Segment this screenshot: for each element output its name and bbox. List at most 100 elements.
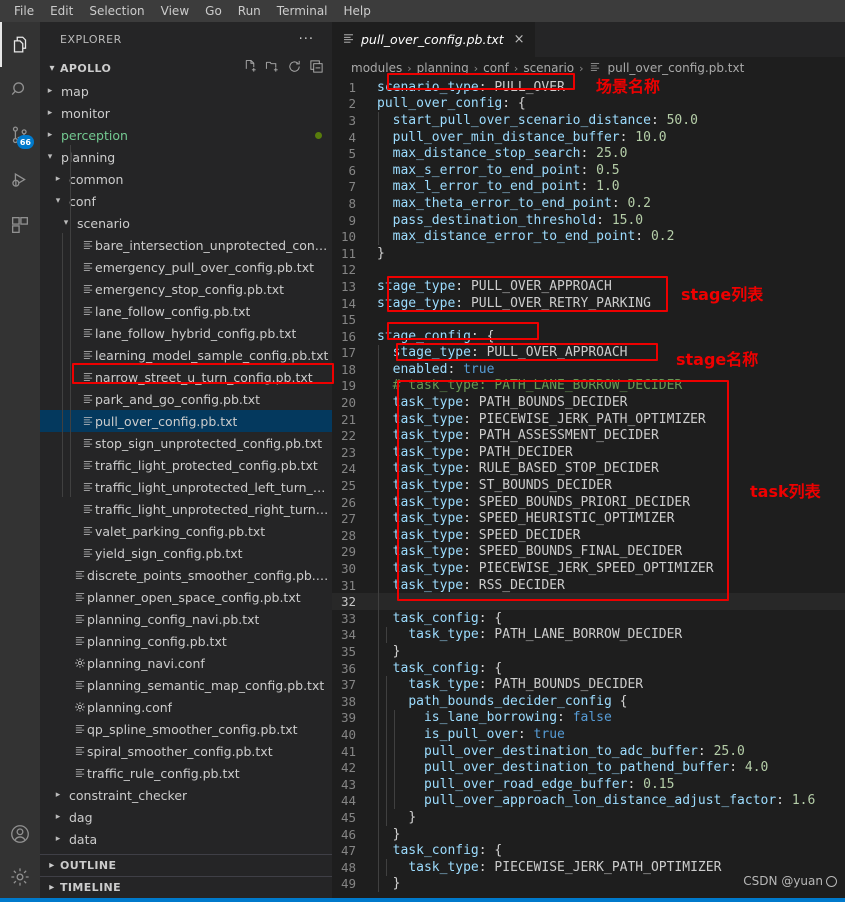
tree-file-planner_open_space_config.pb.txt[interactable]: planner_open_space_config.pb.txt	[40, 586, 332, 608]
code-line-49[interactable]: 49 }	[332, 875, 845, 893]
tree-file-narrow_street_u_turn_config.pb.txt[interactable]: narrow_street_u_turn_config.pb.txt	[40, 366, 332, 388]
tree-folder-dag[interactable]: ▸ dag	[40, 806, 332, 828]
tree-file-traffic_rule_config.pb.txt[interactable]: traffic_rule_config.pb.txt	[40, 762, 332, 784]
explorer-icon[interactable]	[0, 22, 40, 67]
breadcrumb-item[interactable]: modules	[351, 61, 402, 75]
tree-file-qp_spline_smoother_config.pb.txt[interactable]: qp_spline_smoother_config.pb.txt	[40, 718, 332, 740]
tree-file-spiral_smoother_config.pb.txt[interactable]: spiral_smoother_config.pb.txt	[40, 740, 332, 762]
breadcrumb-item[interactable]: pull_over_config.pb.txt	[608, 61, 745, 75]
code-line-25[interactable]: 25 task_type: ST_BOUNDS_DECIDER	[332, 477, 845, 494]
menu-item-terminal[interactable]: Terminal	[269, 1, 336, 21]
code-line-5[interactable]: 5 max_distance_stop_search: 25.0	[332, 145, 845, 162]
close-icon[interactable]: ×	[514, 32, 525, 47]
tree-folder-data[interactable]: ▸ data	[40, 828, 332, 850]
new-file-icon[interactable]	[243, 59, 258, 78]
new-folder-icon[interactable]	[265, 59, 280, 78]
code-editor[interactable]: 1 scenario_type: PULL_OVER 2 pull_over_conf…	[332, 79, 845, 898]
code-line-14[interactable]: 14 stage_type: PULL_OVER_RETRY_PARKING	[332, 295, 845, 312]
search-icon[interactable]	[0, 67, 40, 112]
code-line-22[interactable]: 22 task_type: PATH_ASSESSMENT_DECIDER	[332, 427, 845, 445]
menu-item-view[interactable]: View	[153, 1, 197, 21]
outline-panel-header[interactable]: ▸ OUTLINE	[40, 854, 332, 876]
extensions-icon[interactable]	[0, 202, 40, 247]
tab-pull-over-config[interactable]: pull_over_config.pb.txt ×	[332, 22, 536, 57]
menu-item-selection[interactable]: Selection	[81, 1, 152, 21]
tree-file-traffic_light_unprotected_right_turn_co...[interactable]: traffic_light_unprotected_right_turn_co.…	[40, 498, 332, 520]
tree-folder-map[interactable]: ▸ map	[40, 80, 332, 102]
code-line-48[interactable]: 48 task_type: PIECEWISE_JERK_PATH_OPTIMI…	[332, 858, 845, 876]
tree-file-lane_follow_hybrid_config.pb.txt[interactable]: lane_follow_hybrid_config.pb.txt	[40, 322, 332, 344]
code-line-30[interactable]: 30 task_type: PIECEWISE_JERK_SPEED_OPTIM…	[332, 560, 845, 577]
code-line-1[interactable]: 1 scenario_type: PULL_OVER	[332, 79, 845, 96]
sidebar-more-actions-icon[interactable]: ···	[299, 32, 314, 47]
code-line-27[interactable]: 27 task_type: SPEED_HEURISTIC_OPTIMIZER	[332, 510, 845, 528]
code-line-23[interactable]: 23 task_type: PATH_DECIDER	[332, 444, 845, 461]
source-control-icon[interactable]: 66	[0, 112, 40, 157]
tree-folder-scenario[interactable]: ▾ scenario	[40, 212, 332, 234]
tree-file-traffic_light_unprotected_left_turn_con...[interactable]: traffic_light_unprotected_left_turn_con.…	[40, 476, 332, 498]
tree-file-bare_intersection_unprotected_config....[interactable]: bare_intersection_unprotected_config....	[40, 234, 332, 256]
breadcrumb-item[interactable]: planning	[417, 61, 469, 75]
timeline-panel-header[interactable]: ▸ TIMELINE	[40, 876, 332, 898]
breadcrumb[interactable]: modules › planning › conf › scenario › pull_over…	[332, 57, 845, 79]
code-line-39[interactable]: 39 is_lane_borrowing: false	[332, 709, 845, 727]
code-line-21[interactable]: 21 task_type: PIECEWISE_JERK_PATH_OPTIMI…	[332, 410, 845, 428]
run-and-debug-icon[interactable]	[0, 157, 40, 202]
tree-file-planning_config.pb.txt[interactable]: planning_config.pb.txt	[40, 630, 332, 652]
code-line-42[interactable]: 42 pull_over_destination_to_pathend_buff…	[332, 759, 845, 776]
tree-file-yield_sign_config.pb.txt[interactable]: yield_sign_config.pb.txt	[40, 542, 332, 564]
tree-file-discrete_points_smoother_config.pb.txt[interactable]: discrete_points_smoother_config.pb.txt	[40, 564, 332, 586]
code-line-31[interactable]: 31 task_type: RSS_DECIDER	[332, 576, 845, 594]
code-line-47[interactable]: 47 task_config: {	[332, 842, 845, 859]
breadcrumb-item[interactable]: conf	[483, 61, 509, 75]
tree-folder-monitor[interactable]: ▸ monitor	[40, 102, 332, 124]
tree-file-planning.conf[interactable]: planning.conf	[40, 696, 332, 718]
code-line-29[interactable]: 29 task_type: SPEED_BOUNDS_FINAL_DECIDER	[332, 543, 845, 561]
code-line-19[interactable]: 19 # task_type: PATH_LANE_BORROW_DECIDER	[332, 377, 845, 395]
code-line-45[interactable]: 45 }	[332, 809, 845, 826]
code-line-12[interactable]: 12	[332, 262, 845, 279]
code-line-44[interactable]: 44 pull_over_approach_lon_distance_adjus…	[332, 792, 845, 810]
code-line-46[interactable]: 46 }	[332, 825, 845, 843]
accounts-icon[interactable]	[0, 811, 40, 856]
tree-file-emergency_pull_over_config.pb.txt[interactable]: emergency_pull_over_config.pb.txt	[40, 256, 332, 278]
code-line-18[interactable]: 18 enabled: true	[332, 361, 845, 378]
tree-file-planning_semantic_map_config.pb.txt[interactable]: planning_semantic_map_config.pb.txt	[40, 674, 332, 696]
code-line-26[interactable]: 26 task_type: SPEED_BOUNDS_PRIORI_DECIDE…	[332, 493, 845, 511]
tree-file-emergency_stop_config.pb.txt[interactable]: emergency_stop_config.pb.txt	[40, 278, 332, 300]
tree-file-lane_follow_config.pb.txt[interactable]: lane_follow_config.pb.txt	[40, 300, 332, 322]
code-line-28[interactable]: 28 task_type: SPEED_DECIDER	[332, 527, 845, 544]
code-line-24[interactable]: 24 task_type: RULE_BASED_STOP_DECIDER	[332, 460, 845, 478]
code-line-38[interactable]: 38 path_bounds_decider_config {	[332, 692, 845, 710]
tree-file-stop_sign_unprotected_config.pb.txt[interactable]: stop_sign_unprotected_config.pb.txt	[40, 432, 332, 454]
refresh-icon[interactable]	[287, 59, 302, 78]
code-line-41[interactable]: 41 pull_over_destination_to_adc_buffer: …	[332, 742, 845, 760]
tree-folder-planning[interactable]: ▾ planning	[40, 146, 332, 168]
code-line-17[interactable]: 17 stage_type: PULL_OVER_APPROACH	[332, 344, 845, 362]
code-line-43[interactable]: 43 pull_over_road_edge_buffer: 0.15	[332, 775, 845, 793]
tree-folder-images[interactable]: ▸images	[40, 850, 332, 855]
tree-folder-conf[interactable]: ▾ conf	[40, 190, 332, 212]
code-line-35[interactable]: 35 }	[332, 643, 845, 660]
code-line-6[interactable]: 6 max_s_error_to_end_point: 0.5	[332, 161, 845, 179]
code-line-40[interactable]: 40 is_pull_over: true	[332, 726, 845, 743]
code-line-37[interactable]: 37 task_type: PATH_BOUNDS_DECIDER	[332, 676, 845, 693]
tree-file-valet_parking_config.pb.txt[interactable]: valet_parking_config.pb.txt	[40, 520, 332, 542]
tree-file-learning_model_sample_config.pb.txt[interactable]: learning_model_sample_config.pb.txt	[40, 344, 332, 366]
code-line-9[interactable]: 9 pass_destination_threshold: 15.0	[332, 211, 845, 229]
code-line-10[interactable]: 10 max_distance_error_to_end_point: 0.2	[332, 228, 845, 245]
tree-folder-common[interactable]: ▸ common	[40, 168, 332, 190]
tree-file-pull_over_config.pb.txt[interactable]: pull_over_config.pb.txt	[40, 410, 332, 432]
breadcrumb-item[interactable]: scenario	[523, 61, 574, 75]
menu-item-go[interactable]: Go	[197, 1, 230, 21]
code-line-34[interactable]: 34 task_type: PATH_LANE_BORROW_DECIDER	[332, 626, 845, 644]
menu-item-file[interactable]: File	[6, 1, 42, 21]
file-tree[interactable]: ▸ map ▸ monitor ▸ perception ▾ planning ▸ common ▾…	[40, 79, 332, 854]
tree-file-traffic_light_protected_config.pb.txt[interactable]: traffic_light_protected_config.pb.txt	[40, 454, 332, 476]
code-line-13[interactable]: 13 stage_type: PULL_OVER_APPROACH	[332, 278, 845, 295]
code-line-33[interactable]: 33 task_config: {	[332, 610, 845, 627]
code-line-32[interactable]: 32	[332, 593, 845, 610]
tree-folder-constraint_checker[interactable]: ▸ constraint_checker	[40, 784, 332, 806]
tree-file-planning_navi.conf[interactable]: planning_navi.conf	[40, 652, 332, 674]
root-folder-row[interactable]: ▾ APOLLO	[40, 57, 332, 79]
